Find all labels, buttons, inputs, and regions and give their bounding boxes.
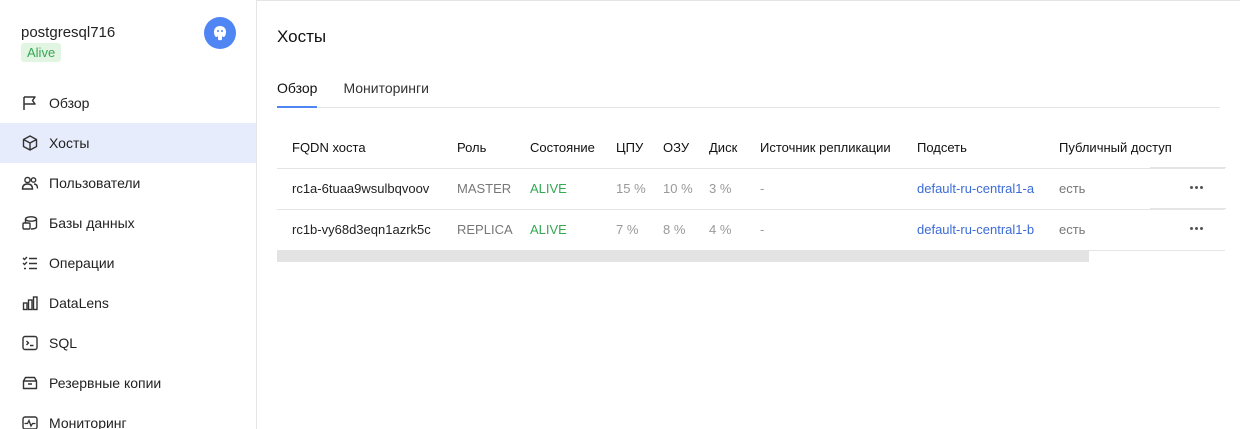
hosts-table-viewport: FQDN хоста Роль Состояние ЦПУ ОЗУ Диск И…: [277, 127, 1225, 267]
table-header-row: FQDN хоста Роль Состояние ЦПУ ОЗУ Диск И…: [277, 127, 1225, 169]
horizontal-scrollbar[interactable]: [277, 251, 1089, 262]
sidebar-item-backups[interactable]: Резервные копии: [0, 363, 256, 403]
host-disk: 3 %: [709, 168, 760, 210]
column-header-cpu[interactable]: ЦПУ: [616, 127, 663, 169]
host-state: ALIVE: [530, 168, 616, 210]
column-header-role[interactable]: Роль: [457, 127, 530, 169]
host-replication-source: -: [760, 168, 917, 210]
host-fqdn: rc1b-vy68d3eqn1azrk5c: [277, 209, 457, 251]
column-header-ram[interactable]: ОЗУ: [663, 127, 709, 169]
host-role: REPLICA: [457, 209, 530, 251]
page-title: Хосты: [277, 27, 327, 46]
table-row[interactable]: rc1b-vy68d3eqn1azrk5c REPLICA ALIVE 7 % …: [277, 209, 1225, 251]
hosts-table: FQDN хоста Роль Состояние ЦПУ ОЗУ Диск И…: [277, 127, 1225, 251]
monitoring-icon: [21, 414, 39, 429]
column-header-replication-source[interactable]: Источник репликации: [760, 127, 917, 169]
database-icon: [21, 214, 39, 232]
tabs: Обзор Мониторинги: [277, 79, 1220, 108]
tab-overview[interactable]: Обзор: [277, 79, 318, 108]
sidebar-item-datalens[interactable]: DataLens: [0, 283, 256, 323]
host-subnet-link[interactable]: default-ru-central1-b: [917, 222, 1034, 237]
sidebar-item-label: Хосты: [49, 135, 90, 151]
sidebar-item-databases[interactable]: Базы данных: [0, 203, 256, 243]
host-disk: 4 %: [709, 209, 760, 251]
sidebar-item-monitoring[interactable]: Мониторинг: [0, 403, 256, 429]
sidebar-item-label: Резервные копии: [49, 375, 162, 391]
column-header-public-access[interactable]: Публичный доступ: [1059, 127, 1225, 169]
row-actions-menu-icon[interactable]: [1184, 220, 1208, 236]
column-header-state[interactable]: Состояние: [530, 127, 616, 169]
flag-icon: [21, 94, 39, 112]
cluster-name: postgresql716: [21, 24, 116, 41]
sidebar-item-overview[interactable]: Обзор: [0, 83, 256, 123]
divider: [1150, 208, 1226, 209]
sidebar-item-label: DataLens: [49, 295, 109, 311]
column-header-disk[interactable]: Диск: [709, 127, 760, 169]
sidebar-item-operations[interactable]: Операции: [0, 243, 256, 283]
divider: [1150, 167, 1226, 168]
column-header-fqdn[interactable]: FQDN хоста: [277, 127, 457, 169]
host-replication-source: -: [760, 209, 917, 251]
operations-list-icon: [21, 254, 39, 272]
sidebar-item-sql[interactable]: SQL: [0, 323, 256, 363]
terminal-icon: [21, 334, 39, 352]
backup-icon: [21, 374, 39, 392]
host-cpu: 7 %: [616, 209, 663, 251]
host-subnet-link[interactable]: default-ru-central1-a: [917, 181, 1034, 196]
host-ram: 8 %: [663, 209, 709, 251]
bar-chart-icon: [21, 294, 39, 312]
sidebar-item-label: Пользователи: [49, 175, 141, 191]
host-fqdn: rc1a-6tuaa9wsulbqvoov: [277, 168, 457, 210]
table-row[interactable]: rc1a-6tuaa9wsulbqvoov MASTER ALIVE 15 % …: [277, 168, 1225, 210]
host-ram: 10 %: [663, 168, 709, 210]
sidebar-item-hosts[interactable]: Хосты: [0, 123, 256, 163]
sidebar-item-label: Обзор: [49, 95, 90, 111]
host-state: ALIVE: [530, 209, 616, 251]
row-actions-menu-icon[interactable]: [1184, 179, 1208, 195]
column-header-subnet[interactable]: Подсеть: [917, 127, 1059, 169]
sidebar-item-label: SQL: [49, 335, 78, 351]
sidebar-nav: Обзор Хосты Пользователи Базы данных Опе…: [0, 83, 256, 429]
host-cpu: 15 %: [616, 168, 663, 210]
postgresql-logo-icon: [204, 17, 236, 49]
sidebar-item-label: Операции: [49, 255, 115, 271]
tab-monitoring[interactable]: Мониторинги: [343, 79, 428, 108]
cube-icon: [21, 134, 39, 152]
status-badge: Alive: [21, 43, 62, 62]
host-role: MASTER: [457, 168, 530, 210]
sidebar-item-label: Базы данных: [49, 215, 135, 231]
sidebar-item-users[interactable]: Пользователи: [0, 163, 256, 203]
sidebar-item-label: Мониторинг: [49, 415, 127, 429]
users-icon: [21, 174, 39, 192]
sidebar: postgresql716 Alive Обзор Хосты Пользова…: [0, 0, 257, 429]
main-content: Хосты Обзор Мониторинги FQDN хоста Роль …: [257, 0, 1240, 429]
